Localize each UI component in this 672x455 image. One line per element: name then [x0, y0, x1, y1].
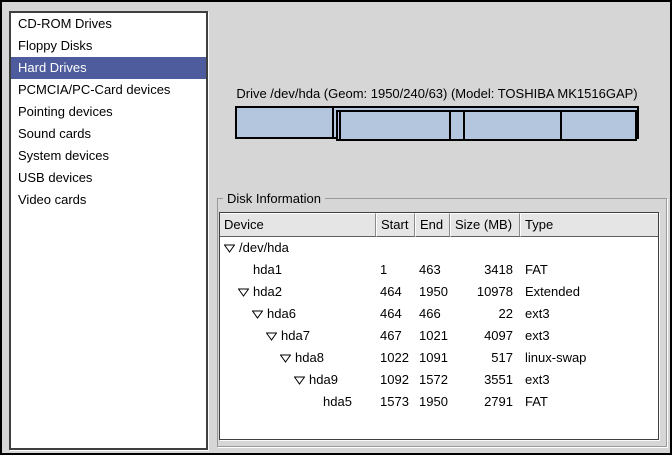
device-cell: hda6	[220, 303, 376, 325]
device-label: hda7	[281, 325, 310, 347]
sidebar-item-sound-cards[interactable]: Sound cards	[11, 123, 206, 145]
expander-open-icon[interactable]	[252, 310, 263, 319]
disk-table-body: /dev/hdahda114633418FAThda2464195010978E…	[220, 237, 658, 413]
sidebar-item-usb-devices[interactable]: USB devices	[11, 167, 206, 189]
device-cell: hda7	[220, 325, 376, 347]
column-header-type[interactable]: Type	[520, 213, 658, 237]
table-row[interactable]: hda6 46446622ext3	[220, 303, 658, 325]
end-cell	[415, 237, 450, 259]
expander-open-icon[interactable]	[294, 376, 305, 385]
end-cell: 1091	[415, 347, 450, 369]
column-header-size[interactable]: Size (MB)	[450, 213, 520, 237]
table-row[interactable]: hda9 109215723551ext3	[220, 369, 658, 391]
column-header-device[interactable]: Device	[220, 213, 376, 237]
end-cell: 1572	[415, 369, 450, 391]
drive-title: Drive /dev/hda (Geom: 1950/240/63) (Mode…	[235, 86, 639, 101]
size-cell: 2791	[450, 391, 520, 413]
start-cell: 1	[376, 259, 415, 281]
size-cell: 10978	[450, 281, 520, 303]
size-cell: 4097	[450, 325, 520, 347]
partition-divider-hda8	[463, 112, 465, 139]
start-cell: 464	[376, 303, 415, 325]
table-row[interactable]: hda5 157319502791FAT	[220, 391, 658, 413]
sidebar-item-pointing-devices[interactable]: Pointing devices	[11, 101, 206, 123]
expander-open-icon[interactable]	[224, 244, 235, 253]
device-cell: hda2	[220, 281, 376, 303]
device-cell: hda8	[220, 347, 376, 369]
start-cell: 1092	[376, 369, 415, 391]
sidebar-item-cd-rom-drives[interactable]: CD-ROM Drives	[11, 13, 206, 35]
column-header-start[interactable]: Start	[376, 213, 415, 237]
size-cell: 22	[450, 303, 520, 325]
device-label: hda1	[253, 259, 282, 281]
sidebar-item-video-cards[interactable]: Video cards	[11, 189, 206, 211]
partition-table-header: Device Start End Size (MB) Type	[220, 213, 658, 237]
size-cell: 517	[450, 347, 520, 369]
device-label: /dev/hda	[239, 237, 289, 259]
partition-divider-hda7	[449, 112, 451, 139]
type-cell: FAT	[520, 391, 658, 413]
type-cell: Extended	[520, 281, 658, 303]
table-row[interactable]: /dev/hda	[220, 237, 658, 259]
size-cell: 3551	[450, 369, 520, 391]
hardware-browser-window: { "colors": { "selection": "#4e5c9d", "w…	[0, 0, 672, 455]
sidebar-item-system-devices[interactable]: System devices	[11, 145, 206, 167]
table-row[interactable]: hda1 14633418FAT	[220, 259, 658, 281]
extended-partition-box	[336, 110, 637, 141]
partition-divider-hda1	[332, 108, 334, 137]
disk-information-frame-label: Disk Information	[223, 191, 325, 206]
end-cell: 1950	[415, 281, 450, 303]
type-cell: FAT	[520, 259, 658, 281]
partition-table: Device Start End Size (MB) Type /dev/hda…	[219, 212, 659, 440]
expander-open-icon[interactable]	[238, 288, 249, 297]
table-row[interactable]: hda2 464195010978Extended	[220, 281, 658, 303]
size-cell: 3418	[450, 259, 520, 281]
partition-divider-hda9	[560, 112, 562, 139]
type-cell: ext3	[520, 325, 658, 347]
end-cell: 1950	[415, 391, 450, 413]
device-label: hda8	[295, 347, 324, 369]
sidebar-item-hard-drives[interactable]: Hard Drives	[11, 57, 206, 79]
device-cell: /dev/hda	[220, 237, 376, 259]
device-cell: hda1	[220, 259, 376, 281]
table-row[interactable]: hda8 10221091517linux-swap	[220, 347, 658, 369]
partition-bar	[235, 106, 639, 142]
size-cell	[450, 237, 520, 259]
end-cell: 1021	[415, 325, 450, 347]
start-cell: 464	[376, 281, 415, 303]
expander-open-icon[interactable]	[266, 332, 277, 341]
start-cell: 1573	[376, 391, 415, 413]
sidebar-item-pcmcia-pc-card-devices[interactable]: PCMCIA/PC-Card devices	[11, 79, 206, 101]
type-cell: ext3	[520, 369, 658, 391]
start-cell: 467	[376, 325, 415, 347]
end-cell: 463	[415, 259, 450, 281]
device-category-list: CD-ROM DrivesFloppy DisksHard DrivesPCMC…	[9, 11, 208, 450]
type-cell: ext3	[520, 303, 658, 325]
sidebar-item-floppy-disks[interactable]: Floppy Disks	[11, 35, 206, 57]
expander-open-icon[interactable]	[280, 354, 291, 363]
device-label: hda6	[267, 303, 296, 325]
start-cell	[376, 237, 415, 259]
end-cell: 466	[415, 303, 450, 325]
device-label: hda9	[309, 369, 338, 391]
type-cell	[520, 237, 658, 259]
partition-divider-hda6	[339, 112, 341, 139]
device-cell: hda5	[220, 391, 376, 413]
column-header-end[interactable]: End	[415, 213, 450, 237]
device-cell: hda9	[220, 369, 376, 391]
type-cell: linux-swap	[520, 347, 658, 369]
table-row[interactable]: hda7 46710214097ext3	[220, 325, 658, 347]
start-cell: 1022	[376, 347, 415, 369]
device-label: hda5	[323, 391, 352, 413]
device-label: hda2	[253, 281, 282, 303]
